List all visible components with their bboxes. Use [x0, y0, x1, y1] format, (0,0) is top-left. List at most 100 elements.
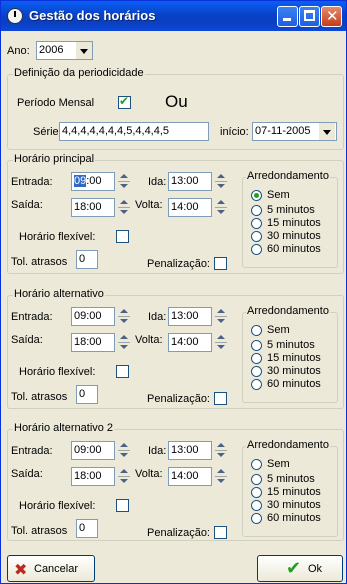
spin-up-icon[interactable] — [213, 467, 229, 476]
spin-down-icon[interactable] — [116, 451, 132, 460]
horario-flexivel-checkbox[interactable] — [116, 230, 129, 243]
entrada-label: Entrada: — [11, 445, 53, 457]
spin-up-icon[interactable] — [213, 307, 229, 316]
ida-input[interactable]: 13:00 — [168, 172, 212, 191]
tol-atrasos-input[interactable]: 0 — [76, 519, 98, 538]
round-option-radio[interactable] — [251, 366, 262, 377]
ida-input[interactable]: 13:00 — [168, 441, 212, 460]
arredondamento-title: Arredondamento — [246, 170, 330, 182]
entrada-spinner[interactable] — [116, 307, 132, 326]
spin-up-icon[interactable] — [116, 198, 132, 207]
round-option-radio[interactable] — [251, 231, 262, 242]
spin-down-icon[interactable] — [213, 182, 229, 191]
spin-down-icon[interactable] — [213, 477, 229, 486]
entrada-minute: :00 — [86, 175, 102, 187]
cancel-button[interactable]: ✖ Cancelar — [7, 555, 95, 582]
spin-up-icon[interactable] — [116, 333, 132, 342]
volta-input[interactable]: 14:00 — [168, 467, 212, 486]
volta-label: Volta: — [135, 334, 163, 346]
round-option-label: 30 minutos — [267, 230, 321, 242]
ida-label: Ida: — [148, 311, 167, 323]
spin-down-icon[interactable] — [116, 477, 132, 486]
maximize-button[interactable] — [299, 6, 320, 27]
ida-spinner[interactable] — [213, 172, 229, 191]
round-option-radio[interactable] — [251, 205, 262, 216]
inicio-dropdown-arrow-icon[interactable] — [319, 123, 335, 140]
saida-input[interactable]: 18:00 — [71, 198, 115, 217]
spin-up-icon[interactable] — [116, 441, 132, 450]
spin-down-icon[interactable] — [213, 451, 229, 460]
round-option-radio[interactable] — [251, 459, 262, 470]
horario-flexivel-checkbox[interactable] — [116, 365, 129, 378]
saida-spinner[interactable] — [116, 198, 132, 217]
entrada-input[interactable]: 09:00 — [71, 441, 115, 460]
spin-down-icon[interactable] — [213, 317, 229, 326]
saida-input[interactable]: 18:00 — [71, 467, 115, 486]
spin-up-icon[interactable] — [116, 172, 132, 181]
entrada-input[interactable]: 09:00 — [71, 172, 115, 191]
round-option-radio[interactable] — [251, 353, 262, 364]
penalizacao-checkbox[interactable] — [214, 392, 227, 405]
spin-up-icon[interactable] — [116, 307, 132, 316]
volta-value: 14:00 — [171, 336, 199, 348]
ida-spinner[interactable] — [213, 441, 229, 460]
round-option-radio[interactable] — [251, 513, 262, 524]
penalizacao-checkbox[interactable] — [214, 257, 227, 270]
spin-down-icon[interactable] — [116, 182, 132, 191]
horario-flexivel-checkbox[interactable] — [116, 499, 129, 512]
volta-input[interactable]: 14:00 — [168, 333, 212, 352]
saida-spinner[interactable] — [116, 467, 132, 486]
spin-up-icon[interactable] — [213, 172, 229, 181]
ano-dropdown-arrow-icon[interactable] — [76, 42, 92, 59]
spin-down-icon[interactable] — [116, 208, 132, 217]
round-option-radio[interactable] — [251, 379, 262, 390]
penalizacao-label: Penalização: — [147, 527, 210, 539]
volta-spinner[interactable] — [213, 333, 229, 352]
saida-input[interactable]: 18:00 — [71, 333, 115, 352]
round-option-radio[interactable] — [251, 487, 262, 498]
volta-label: Volta: — [135, 468, 163, 480]
close-button[interactable]: ✕ — [321, 6, 342, 27]
volta-spinner[interactable] — [213, 467, 229, 486]
round-option-radio[interactable] — [251, 325, 262, 336]
spin-up-icon[interactable] — [213, 198, 229, 207]
round-option-radio[interactable] — [251, 218, 262, 229]
tol-atrasos-input[interactable]: 0 — [76, 250, 98, 269]
entrada-spinner[interactable] — [116, 172, 132, 191]
entrada-spinner[interactable] — [116, 441, 132, 460]
tol-atrasos-input[interactable]: 0 — [76, 385, 98, 404]
round-option-radio[interactable] — [251, 340, 262, 351]
spin-up-icon[interactable] — [213, 333, 229, 342]
ida-input[interactable]: 13:00 — [168, 307, 212, 326]
round-option-label: 60 minutos — [267, 512, 321, 524]
periodo-mensal-checkbox[interactable] — [118, 94, 131, 109]
serie-input[interactable]: 4,4,4,4,4,4,4,5,4,4,4,5 — [59, 122, 209, 141]
ok-button[interactable]: ✔ Ok — [257, 555, 343, 582]
round-option-label: 30 minutos — [267, 499, 321, 511]
tol-atrasos-label: Tol. atrasos — [11, 256, 68, 268]
horario-flexivel-label: Horário flexível: — [19, 366, 96, 378]
cancel-label: Cancelar — [34, 563, 79, 575]
penalizacao-checkbox[interactable] — [214, 526, 227, 539]
entrada-input[interactable]: 09:00 — [71, 307, 115, 326]
spin-down-icon[interactable] — [116, 317, 132, 326]
saida-spinner[interactable] — [116, 333, 132, 352]
spin-up-icon[interactable] — [213, 441, 229, 450]
spin-down-icon[interactable] — [213, 208, 229, 217]
title-bar[interactable]: Gestão dos horários ✕ — [1, 1, 346, 31]
spin-down-icon[interactable] — [116, 343, 132, 352]
round-option-radio[interactable] — [251, 474, 262, 485]
round-option-radio[interactable] — [251, 190, 262, 201]
round-option-radio[interactable] — [251, 244, 262, 255]
horario-flexivel-label: Horário flexível: — [19, 500, 96, 512]
minimize-button[interactable] — [277, 6, 298, 27]
spin-down-icon[interactable] — [213, 343, 229, 352]
round-option-label: 5 minutos — [267, 339, 315, 351]
round-option-radio[interactable] — [251, 500, 262, 511]
volta-spinner[interactable] — [213, 198, 229, 217]
horario-group-title: Horário alternativo 2 — [13, 422, 115, 434]
volta-input[interactable]: 14:00 — [168, 198, 212, 217]
ida-spinner[interactable] — [213, 307, 229, 326]
spin-up-icon[interactable] — [116, 467, 132, 476]
saida-value: 18:00 — [74, 470, 102, 482]
